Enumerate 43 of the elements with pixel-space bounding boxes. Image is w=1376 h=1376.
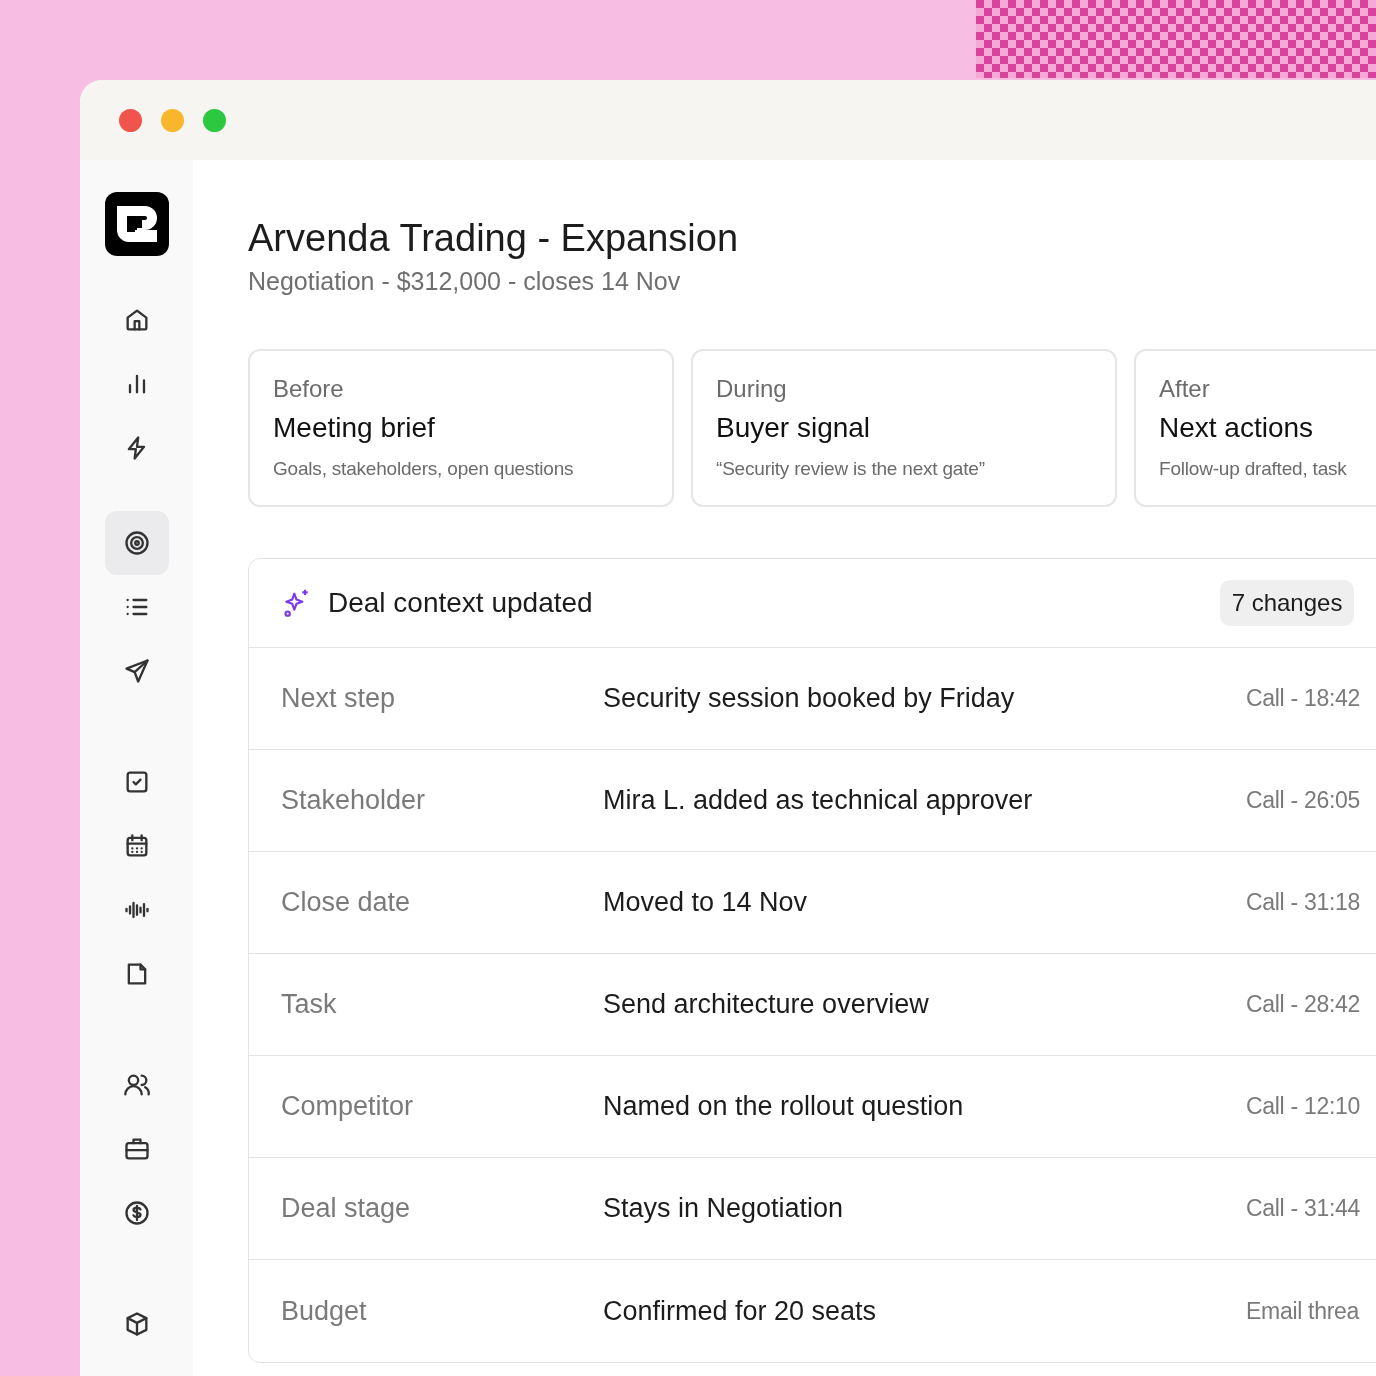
send-icon <box>122 657 151 685</box>
target-icon <box>122 529 151 557</box>
field-name: Close date <box>281 886 412 920</box>
phase-label: After <box>1159 374 1210 404</box>
nav-item[interactable] <box>104 511 169 575</box>
card-title: Meeting brief <box>273 411 435 445</box>
card-detail: “Security review is the next gate” <box>716 457 985 481</box>
phase-label: Before <box>273 374 344 404</box>
field-value: Moved to 14 Nov <box>603 886 809 920</box>
dollar-icon <box>122 1199 151 1227</box>
field-value: Send architecture overview <box>603 988 930 1022</box>
panel-title: Deal context updated <box>328 586 593 620</box>
close-button[interactable] <box>119 108 142 132</box>
card-detail: Follow-up drafted, task <box>1159 457 1347 481</box>
deal-title: Arvenda Trading - Expansion <box>248 216 739 261</box>
source-reference: Call - 18:42 <box>1246 684 1361 714</box>
field-name: Task <box>281 988 338 1022</box>
field-value: Security session booked by Friday <box>603 682 1016 716</box>
field-value: Confirmed for 20 seats <box>603 1294 878 1328</box>
field-name: Stakeholder <box>281 784 427 818</box>
field-name: Competitor <box>281 1090 415 1124</box>
field-name: Budget <box>281 1294 368 1328</box>
phase-card[interactable]: After Next actions Follow-up drafted, task <box>1134 349 1376 507</box>
phase-card[interactable]: During Buyer signal “Security review is the next gate” <box>691 349 1117 507</box>
app-logo[interactable] <box>104 192 169 256</box>
deal-summary: Negotiation - $312,000 - closes 14 Nov <box>248 266 681 297</box>
card-title: Next actions <box>1159 411 1314 445</box>
field-value: Named on the rollout question <box>603 1090 965 1124</box>
source-reference: Call - 12:10 <box>1246 1092 1361 1122</box>
source-reference: Call - 28:42 <box>1246 990 1361 1020</box>
source-reference: Email threa <box>1246 1296 1360 1326</box>
source-reference: Call - 26:05 <box>1246 786 1361 816</box>
field-value: Mira L. added as technical approver <box>603 784 1034 818</box>
card-title: Buyer signal <box>716 411 871 445</box>
phase-label: During <box>716 374 787 404</box>
phase-card[interactable]: Before Meeting brief Goals, stakeholders, open questions <box>248 349 674 507</box>
field-name: Next step <box>281 682 397 716</box>
source-reference: Call - 31:18 <box>1246 888 1361 918</box>
field-name: Deal stage <box>281 1192 412 1226</box>
source-reference: Call - 31:44 <box>1246 1194 1361 1224</box>
card-detail: Goals, stakeholders, open questions <box>273 457 574 481</box>
field-value: Stays in Negotiation <box>603 1192 845 1226</box>
change-count-badge: 7 changes <box>1219 580 1355 626</box>
